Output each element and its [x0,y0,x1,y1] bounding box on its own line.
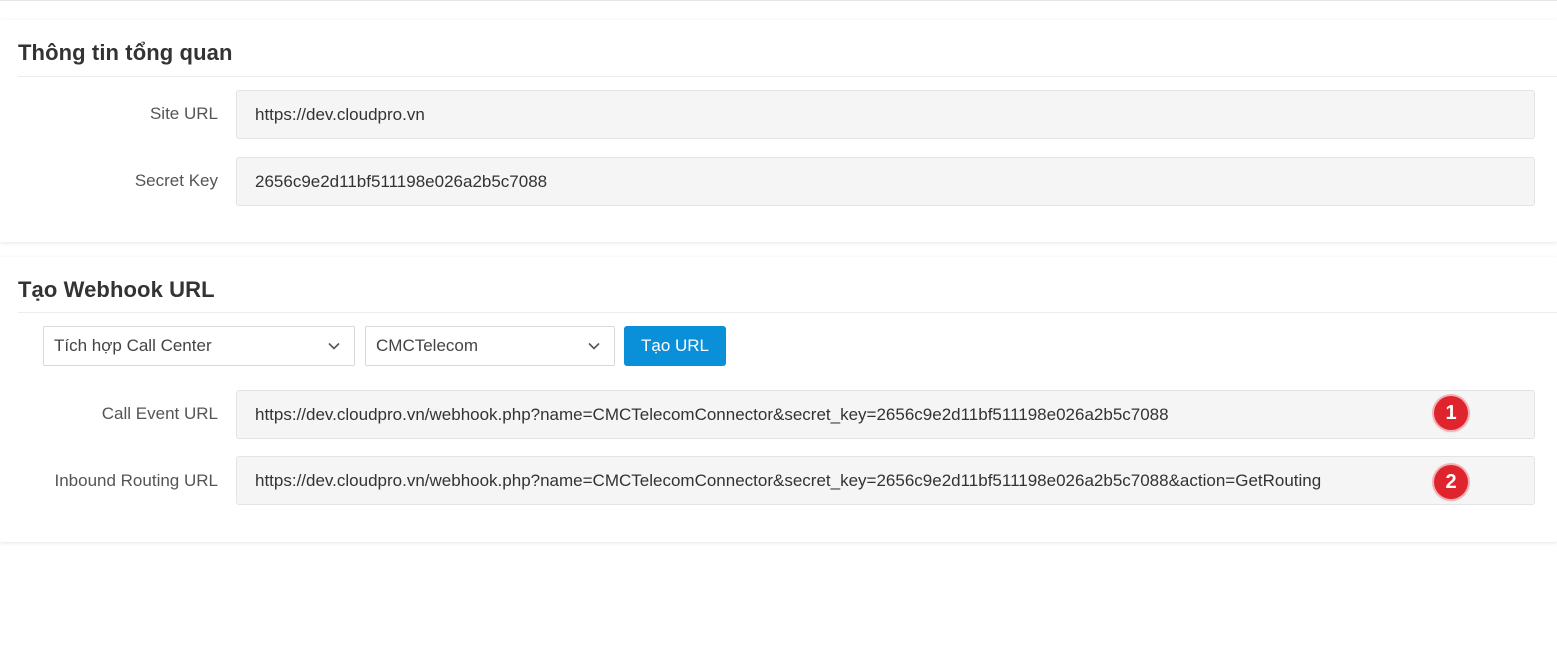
inbound-routing-url-label: Inbound Routing URL [54,471,218,490]
inbound-routing-url-field[interactable]: https://dev.cloudpro.vn/webhook.php?name… [236,456,1535,505]
chevron-down-icon [588,342,600,350]
webhook-panel: Tạo Webhook URL Tích hợp Call Center CMC… [0,257,1557,542]
create-url-button[interactable]: Tạo URL [624,326,726,366]
secret-key-label: Secret Key [134,171,218,190]
integration-select[interactable]: Tích hợp Call Center [43,326,355,366]
overview-divider [18,76,1557,77]
provider-select-value: CMCTelecom [376,336,479,355]
secret-key-field[interactable]: 2656c9e2d11bf511198e026a2b5c7088 [236,157,1535,206]
call-event-url-field[interactable]: https://dev.cloudpro.vn/webhook.php?name… [236,390,1535,439]
call-event-url-label: Call Event URL [101,404,218,423]
annotation-badge-2: 2 [1434,465,1468,499]
site-url-label: Site URL [149,104,218,123]
overview-panel: Thông tin tổng quan Site URL https://dev… [0,20,1557,242]
top-border [0,0,1557,1]
webhook-title: Tạo Webhook URL [18,277,215,302]
site-url-field[interactable]: https://dev.cloudpro.vn [236,90,1535,139]
webhook-divider [18,312,1557,313]
chevron-down-icon [328,342,340,350]
overview-title: Thông tin tổng quan [18,40,233,65]
annotation-badge-1: 1 [1434,396,1468,430]
integration-select-value: Tích hợp Call Center [54,336,212,355]
provider-select[interactable]: CMCTelecom [365,326,615,366]
